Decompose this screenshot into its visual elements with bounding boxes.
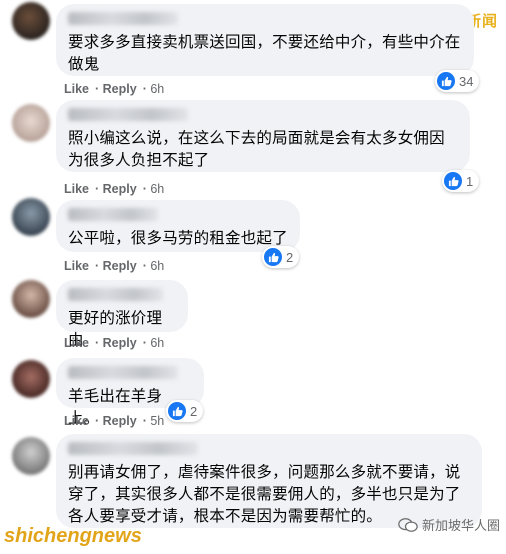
reaction-number: 34 (459, 73, 474, 89)
reaction-count[interactable]: 2 (166, 400, 204, 422)
like-button[interactable]: Like (64, 259, 89, 273)
reaction-number: 2 (286, 249, 294, 265)
comment-actions: Like · Reply · 6h (64, 182, 165, 196)
avatar[interactable] (12, 280, 50, 318)
comment-bubble: 更好的涨价理由 (56, 280, 188, 349)
avatar[interactable] (12, 104, 50, 142)
reaction-count[interactable]: 2 (262, 246, 300, 268)
reaction-count[interactable]: 34 (435, 70, 480, 92)
thumbs-up-icon (444, 172, 462, 190)
comment-actions: Like · Reply · 5h (64, 414, 165, 428)
like-button[interactable]: Like (64, 182, 89, 196)
timestamp[interactable]: 6h (150, 82, 164, 96)
comment-bubble: 要求多多直接卖机票送回国，不要还给中介，有些中介在做鬼 (56, 4, 474, 76)
comment-text: 照小编这么说，在这么下去的局面就是会有太多女佣因为很多人负担不起了 (68, 129, 445, 169)
commenter-name[interactable] (68, 12, 178, 25)
like-button[interactable]: Like (64, 336, 89, 350)
commenter-name[interactable] (68, 366, 178, 379)
commenter-name[interactable] (68, 108, 188, 121)
timestamp[interactable]: 6h (150, 259, 164, 273)
commenter-name[interactable] (68, 208, 158, 221)
timestamp[interactable]: 6h (150, 182, 164, 196)
reply-button[interactable]: Reply (103, 336, 137, 350)
reply-button[interactable]: Reply (103, 182, 137, 196)
avatar[interactable] (12, 198, 50, 236)
avatar[interactable] (12, 437, 50, 475)
comment-actions: Like · Reply · 6h (64, 82, 165, 96)
reply-button[interactable]: Reply (103, 259, 137, 273)
comment-actions: Like · Reply · 6h (64, 259, 165, 273)
wechat-icon (398, 517, 418, 532)
reply-button[interactable]: Reply (103, 82, 137, 96)
avatar[interactable] (12, 360, 50, 398)
timestamp[interactable]: 5h (150, 414, 164, 428)
reaction-number: 1 (466, 173, 474, 189)
like-button[interactable]: Like (64, 82, 89, 96)
thumbs-up-icon (168, 402, 186, 420)
wechat-label: 新加坡华人圈 (421, 519, 500, 534)
commenter-name[interactable] (68, 442, 198, 455)
timestamp[interactable]: 6h (150, 336, 164, 350)
watermark-text: shichengnews (4, 525, 142, 547)
like-button[interactable]: Like (64, 414, 89, 428)
thumbs-up-icon (264, 248, 282, 266)
comment-bubble: 照小编这么说，在这么下去的局面就是会有太多女佣因为很多人负担不起了 (56, 100, 470, 172)
wechat-watermark: 新加坡华人圈 (398, 515, 500, 534)
reaction-number: 2 (190, 403, 198, 419)
thumbs-up-icon (437, 72, 455, 90)
comment-bubble: 公平啦，很多马劳的租金也起了 (56, 200, 300, 252)
comment-bubble: 别再请女佣了，虐待案件很多，问题那么多就不要请，说穿了，其实很多人都不是很需要佣… (56, 434, 482, 528)
avatar[interactable] (12, 2, 50, 40)
comment-text: 要求多多直接卖机票送回国，不要还给中介，有些中介在做鬼 (68, 33, 461, 73)
reaction-count[interactable]: 1 (442, 170, 480, 192)
comment-actions: Like · Reply · 6h (64, 336, 165, 350)
reply-button[interactable]: Reply (103, 414, 137, 428)
comment-text: 公平啦，很多马劳的租金也起了 (68, 229, 288, 247)
commenter-name[interactable] (68, 288, 163, 301)
